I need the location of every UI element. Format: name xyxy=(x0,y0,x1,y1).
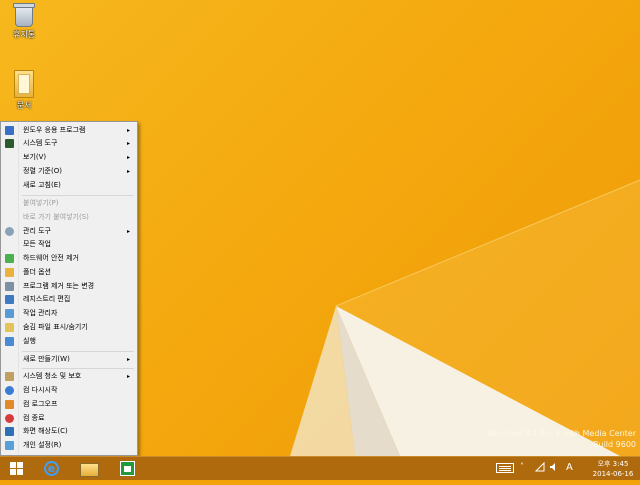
menu-item-label: 시스템 도구 xyxy=(23,139,58,147)
menu-item-label: 하드웨어 안전 제거 xyxy=(23,254,79,262)
menu-item-label: 정렬 기준(O) xyxy=(23,167,62,175)
menu-item-hidden-files[interactable]: 숨김 파일 표시/숨기기 xyxy=(2,321,136,334)
menu-item-label: 레지스트리 편집 xyxy=(23,295,71,303)
personalize-icon xyxy=(5,441,14,450)
desktop-context-menu: 윈도우 응용 프로그램 ▸ 시스템 도구 ▸ 보기(V) ▸ 정렬 기준(O) … xyxy=(0,121,138,456)
desktop-icon-documents[interactable]: 문서 xyxy=(0,70,48,111)
menu-separator xyxy=(22,351,134,352)
submenu-arrow-icon: ▸ xyxy=(126,154,130,161)
clock-time: 오후 3:45 xyxy=(597,460,629,468)
menu-item-label: 컴 로그오프 xyxy=(23,400,58,408)
folder-icon xyxy=(80,463,99,477)
shutdown-icon xyxy=(5,414,14,423)
clock-date: 2014-06-16 xyxy=(592,470,634,478)
folder-options-icon xyxy=(5,268,14,277)
taskbar-store[interactable] xyxy=(112,457,142,480)
submenu-arrow-icon: ▸ xyxy=(126,373,130,380)
menu-item-uninstall-programs[interactable]: 프로그램 제거 또는 변경 xyxy=(2,280,136,293)
run-icon xyxy=(5,337,14,346)
menu-item-label: 바로 가기 붙여넣기(S) xyxy=(23,213,89,221)
ie-icon: e xyxy=(44,461,59,476)
menu-item-label: 보기(V) xyxy=(23,153,47,161)
menu-item-label: 작업 관리자 xyxy=(23,309,58,317)
restart-icon xyxy=(5,386,14,395)
watermark-edition: Windows 8.1 Pro K with Media Center xyxy=(486,429,636,438)
menu-item-label: 시스템 청소 및 보호 xyxy=(23,372,82,380)
tray-overflow-chevron[interactable]: ˄ xyxy=(520,462,524,485)
menu-item-label: 새로 고침(E) xyxy=(23,181,61,189)
windows-logo-icon xyxy=(10,462,23,475)
menu-item-label: 폴더 옵션 xyxy=(23,268,51,276)
menu-item-windows-apps[interactable]: 윈도우 응용 프로그램 ▸ xyxy=(2,124,136,137)
menu-separator xyxy=(22,195,134,196)
menu-item-label: 새로 만들기(W) xyxy=(23,355,70,363)
menu-item-screen-resolution[interactable]: 화면 해상도(C) xyxy=(2,425,136,438)
menu-item-logoff[interactable]: 컴 로그오프 xyxy=(2,398,136,411)
menu-item-view[interactable]: 보기(V) ▸ xyxy=(2,151,136,164)
programs-icon xyxy=(5,282,14,291)
menu-item-system-tools[interactable]: 시스템 도구 ▸ xyxy=(2,137,136,150)
windows-watermark: Windows 8.1 Pro K with Media Center Buil… xyxy=(486,428,636,450)
menu-item-run[interactable]: 실행 xyxy=(2,335,136,348)
menu-item-label: 화면 해상도(C) xyxy=(23,427,68,435)
menu-item-task-manager[interactable]: 작업 관리자 xyxy=(2,307,136,320)
submenu-arrow-icon: ▸ xyxy=(126,127,130,134)
input-language-indicator[interactable]: A xyxy=(566,462,573,485)
volume-icon[interactable] xyxy=(549,462,559,485)
taskbar-file-explorer[interactable] xyxy=(73,457,103,480)
menu-item-label: 모든 작업 xyxy=(23,240,51,248)
submenu-arrow-icon: ▸ xyxy=(126,140,130,147)
watermark-build: Build 9600 xyxy=(593,440,636,449)
menu-item-sort-by[interactable]: 정렬 기준(O) ▸ xyxy=(2,165,136,178)
task-manager-icon xyxy=(5,309,14,318)
menu-item-label: 개인 설정(R) xyxy=(23,441,62,449)
menu-item-admin-tools[interactable]: 관리 도구 ▸ xyxy=(2,225,136,238)
menu-item-folder-options[interactable]: 폴더 옵션 xyxy=(2,266,136,279)
menu-item-label: 실행 xyxy=(23,337,36,345)
desktop-icon-recycle-bin[interactable]: 휴지통 xyxy=(0,3,48,40)
menu-item-label: 컴 종료 xyxy=(23,414,45,422)
menu-item-registry-editor[interactable]: 레지스트리 편집 xyxy=(2,293,136,306)
menu-item-safe-remove[interactable]: 하드웨어 안전 제거 xyxy=(2,252,136,265)
start-button[interactable] xyxy=(1,457,31,480)
logoff-icon xyxy=(5,400,14,409)
taskbar-clock[interactable]: 오후 3:45 2014-06-16 xyxy=(586,459,640,479)
menu-item-label: 프로그램 제거 또는 변경 xyxy=(23,282,95,290)
menu-item-all-tasks[interactable]: 모든 작업 xyxy=(2,238,136,251)
menu-item-restart[interactable]: 컴 다시시작 xyxy=(2,384,136,397)
menu-item-personalize[interactable]: 개인 설정(R) xyxy=(2,439,136,452)
desktop-icon-label: 문서 xyxy=(16,101,32,110)
display-icon xyxy=(5,427,14,436)
menu-item-label: 컴 다시시작 xyxy=(23,386,58,394)
menu-item-label: 숨김 파일 표시/숨기기 xyxy=(23,323,88,331)
menu-item-label: 윈도우 응용 프로그램 xyxy=(23,126,86,134)
hidden-files-icon xyxy=(5,323,14,332)
shield-icon xyxy=(5,372,14,381)
menu-item-paste[interactable]: 붙여넣기(P) xyxy=(2,197,136,210)
submenu-arrow-icon: ▸ xyxy=(126,228,130,235)
submenu-arrow-icon: ▸ xyxy=(126,168,130,175)
system-tools-icon xyxy=(5,139,14,148)
network-icon[interactable] xyxy=(534,461,545,485)
menu-item-new[interactable]: 새로 만들기(W) ▸ xyxy=(2,353,136,366)
menu-separator xyxy=(22,368,134,369)
registry-icon xyxy=(5,295,14,304)
folder-icon xyxy=(14,70,34,98)
submenu-arrow-icon: ▸ xyxy=(126,356,130,363)
menu-item-system-clean[interactable]: 시스템 청소 및 보호 ▸ xyxy=(2,370,136,383)
touch-keyboard-icon[interactable] xyxy=(496,463,514,473)
windows-apps-icon xyxy=(5,126,14,135)
menu-item-label: 관리 도구 xyxy=(23,227,51,235)
store-icon xyxy=(120,461,135,476)
taskbar-internet-explorer[interactable]: e xyxy=(36,457,66,480)
menu-item-shutdown[interactable]: 컴 종료 xyxy=(2,412,136,425)
menu-item-paste-shortcut[interactable]: 바로 가기 붙여넣기(S) xyxy=(2,211,136,224)
menu-item-label: 붙여넣기(P) xyxy=(23,199,59,207)
admin-tools-icon xyxy=(5,227,14,236)
desktop-icon-label: 휴지통 xyxy=(12,30,36,39)
menu-item-refresh[interactable]: 새로 고침(E) xyxy=(2,179,136,192)
recycle-bin-icon xyxy=(13,3,35,27)
taskbar: e ˄ A 오후 3:45 2014-06-16 xyxy=(0,456,640,480)
safe-remove-hardware-icon xyxy=(5,254,14,263)
